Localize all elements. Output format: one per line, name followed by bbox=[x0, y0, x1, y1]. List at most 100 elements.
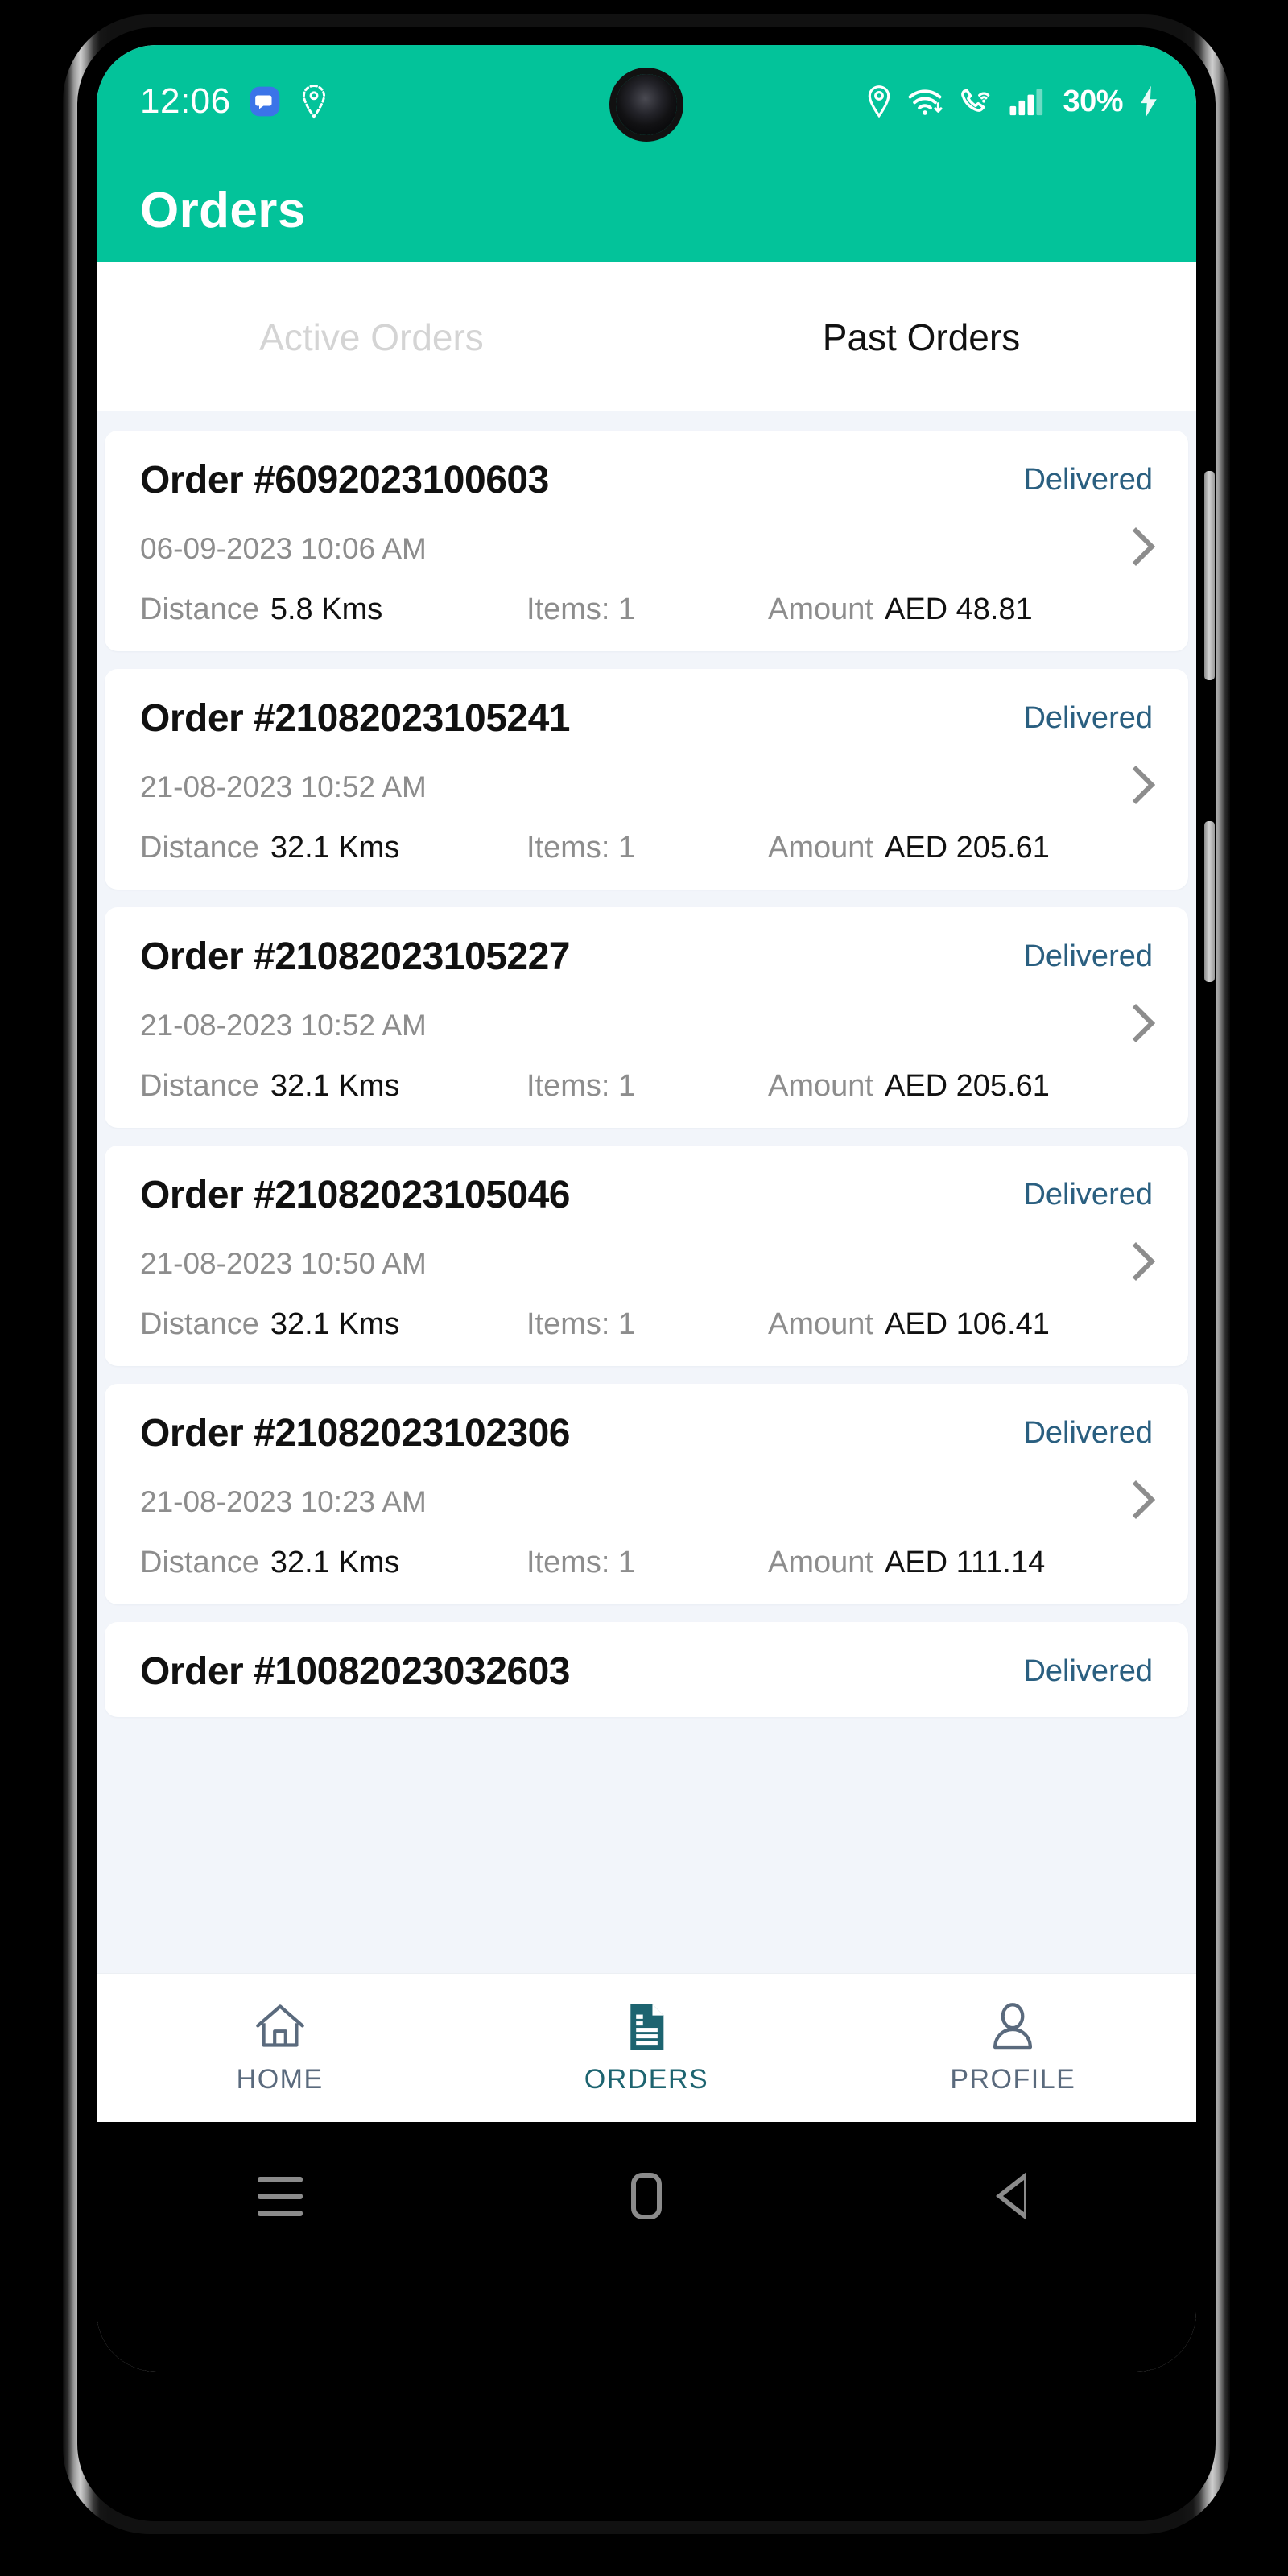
order-id: Order #10082023032603 bbox=[140, 1650, 570, 1693]
order-datetime: 21-08-2023 10:52 AM bbox=[140, 770, 427, 803]
order-card-datetime-row: 21-08-2023 10:23 AM bbox=[140, 1480, 1153, 1525]
nav-item-orders[interactable]: ORDERS bbox=[463, 2001, 829, 2095]
amount-value: AED 205.61 bbox=[884, 1069, 1050, 1103]
order-card-metrics: Distance 5.8 Kms Items: 1 Amount AED 48.81 bbox=[140, 592, 1153, 627]
call-wifi-icon bbox=[958, 85, 993, 118]
distance-label: Distance bbox=[140, 592, 259, 626]
amount-value: AED 106.41 bbox=[884, 1307, 1050, 1341]
status-time: 12:06 bbox=[140, 81, 231, 121]
items-metric: Items: 1 bbox=[526, 1069, 768, 1104]
volume-button[interactable] bbox=[1204, 471, 1215, 680]
order-card[interactable]: Order #21082023105227 Delivered 21-08-20… bbox=[105, 907, 1188, 1128]
app-bar: Orders bbox=[97, 158, 1196, 262]
back-button[interactable] bbox=[964, 2164, 1061, 2228]
amount-metric: Amount AED 205.61 bbox=[768, 1069, 1153, 1104]
distance-metric: Distance 5.8 Kms bbox=[140, 592, 526, 627]
nav-label-orders: ORDERS bbox=[584, 2063, 709, 2095]
items-metric: Items: 1 bbox=[526, 1546, 768, 1580]
amount-value: AED 205.61 bbox=[884, 831, 1050, 865]
android-system-nav bbox=[97, 2122, 1196, 2372]
amount-label: Amount bbox=[768, 1069, 873, 1103]
order-card-header: Order #21082023105241 Delivered bbox=[140, 696, 1153, 741]
items-value: Items: 1 bbox=[526, 1069, 636, 1103]
nav-item-home[interactable]: HOME bbox=[97, 2001, 463, 2095]
order-id: Order #21082023105227 bbox=[140, 935, 570, 978]
amount-metric: Amount AED 106.41 bbox=[768, 1307, 1153, 1342]
chevron-right-icon[interactable] bbox=[1119, 1241, 1146, 1286]
order-card[interactable]: Order #6092023100603 Delivered 06-09-202… bbox=[105, 431, 1188, 651]
order-card-metrics: Distance 32.1 Kms Items: 1 Amount AED 106.… bbox=[140, 1307, 1153, 1342]
tab-active-orders[interactable]: Active Orders bbox=[97, 316, 646, 359]
signal-bars-icon bbox=[1007, 85, 1049, 118]
battery-percent: 30% bbox=[1063, 84, 1123, 118]
order-id: Order #6092023100603 bbox=[140, 459, 549, 502]
chevron-right-icon[interactable] bbox=[1119, 765, 1146, 810]
location-pin-icon bbox=[865, 85, 894, 118]
status-badge: Delivered bbox=[1023, 1416, 1153, 1450]
recents-button[interactable] bbox=[232, 2164, 328, 2228]
order-card-datetime-row: 06-09-2023 10:06 AM bbox=[140, 526, 1153, 572]
back-triangle-icon bbox=[996, 2172, 1028, 2220]
order-id: Order #21082023105046 bbox=[140, 1174, 570, 1216]
status-bar-left: 12:06 bbox=[140, 81, 329, 122]
home-button[interactable] bbox=[598, 2164, 695, 2228]
items-value: Items: 1 bbox=[526, 592, 636, 626]
order-card-header: Order #10082023032603 Delivered bbox=[140, 1649, 1153, 1694]
amount-metric: Amount AED 111.14 bbox=[768, 1546, 1153, 1580]
order-datetime: 21-08-2023 10:23 AM bbox=[140, 1485, 427, 1518]
recents-icon bbox=[257, 2176, 303, 2216]
distance-metric: Distance 32.1 Kms bbox=[140, 1546, 526, 1580]
amount-label: Amount bbox=[768, 592, 873, 626]
order-card-header: Order #21082023105046 Delivered bbox=[140, 1173, 1153, 1217]
amount-label: Amount bbox=[768, 1307, 873, 1341]
home-icon bbox=[253, 2001, 308, 2053]
order-card-datetime-row: 21-08-2023 10:50 AM bbox=[140, 1241, 1153, 1286]
document-icon bbox=[621, 2001, 671, 2053]
order-card-header: Order #21082023105227 Delivered bbox=[140, 935, 1153, 979]
front-camera-punch-hole bbox=[616, 74, 677, 135]
chevron-right-icon[interactable] bbox=[1119, 1003, 1146, 1048]
order-card-metrics: Distance 32.1 Kms Items: 1 Amount AED 205.… bbox=[140, 831, 1153, 865]
home-square-icon bbox=[630, 2173, 662, 2219]
chat-bubble-icon bbox=[249, 85, 281, 118]
tab-bar: Active Orders Past Orders bbox=[97, 262, 1196, 411]
amount-label: Amount bbox=[768, 831, 873, 865]
distance-value: 5.8 Kms bbox=[270, 592, 383, 626]
tab-past-orders[interactable]: Past Orders bbox=[646, 316, 1196, 359]
amount-metric: Amount AED 205.61 bbox=[768, 831, 1153, 865]
order-id: Order #21082023102306 bbox=[140, 1412, 570, 1455]
order-datetime: 21-08-2023 10:50 AM bbox=[140, 1247, 427, 1280]
amount-metric: Amount AED 48.81 bbox=[768, 592, 1153, 627]
status-badge: Delivered bbox=[1023, 463, 1153, 497]
person-icon bbox=[986, 2001, 1039, 2053]
order-card[interactable]: Order #10082023032603 Delivered bbox=[105, 1622, 1188, 1717]
order-card[interactable]: Order #21082023102306 Delivered 21-08-20… bbox=[105, 1384, 1188, 1604]
items-value: Items: 1 bbox=[526, 831, 636, 865]
distance-metric: Distance 32.1 Kms bbox=[140, 1069, 526, 1104]
distance-value: 32.1 Kms bbox=[270, 831, 400, 865]
status-badge: Delivered bbox=[1023, 1654, 1153, 1688]
order-card[interactable]: Order #21082023105046 Delivered 21-08-20… bbox=[105, 1146, 1188, 1366]
bottom-navigation-bar: HOME ORDERS PROFILE bbox=[97, 1973, 1196, 2122]
distance-metric: Distance 32.1 Kms bbox=[140, 831, 526, 865]
nav-label-home: HOME bbox=[236, 2063, 324, 2095]
status-badge: Delivered bbox=[1023, 1178, 1153, 1212]
nav-item-profile[interactable]: PROFILE bbox=[830, 2001, 1196, 2095]
chevron-right-icon[interactable] bbox=[1119, 1480, 1146, 1525]
order-card-datetime-row: 21-08-2023 10:52 AM bbox=[140, 765, 1153, 810]
distance-label: Distance bbox=[140, 831, 259, 865]
distance-value: 32.1 Kms bbox=[270, 1546, 400, 1579]
status-bar: 12:06 30% bbox=[97, 45, 1196, 158]
order-card-metrics: Distance 32.1 Kms Items: 1 Amount AED 111.… bbox=[140, 1546, 1153, 1580]
chevron-right-icon[interactable] bbox=[1119, 526, 1146, 572]
page-title: Orders bbox=[140, 182, 306, 238]
wifi-icon bbox=[907, 85, 944, 118]
order-card[interactable]: Order #21082023105241 Delivered 21-08-20… bbox=[105, 669, 1188, 890]
status-badge: Delivered bbox=[1023, 701, 1153, 735]
items-metric: Items: 1 bbox=[526, 831, 768, 865]
power-button[interactable] bbox=[1204, 821, 1215, 982]
items-value: Items: 1 bbox=[526, 1307, 636, 1341]
past-orders-list[interactable]: Order #6092023100603 Delivered 06-09-202… bbox=[97, 411, 1196, 1973]
order-id: Order #21082023105241 bbox=[140, 697, 570, 740]
charging-bolt-icon bbox=[1137, 85, 1161, 118]
